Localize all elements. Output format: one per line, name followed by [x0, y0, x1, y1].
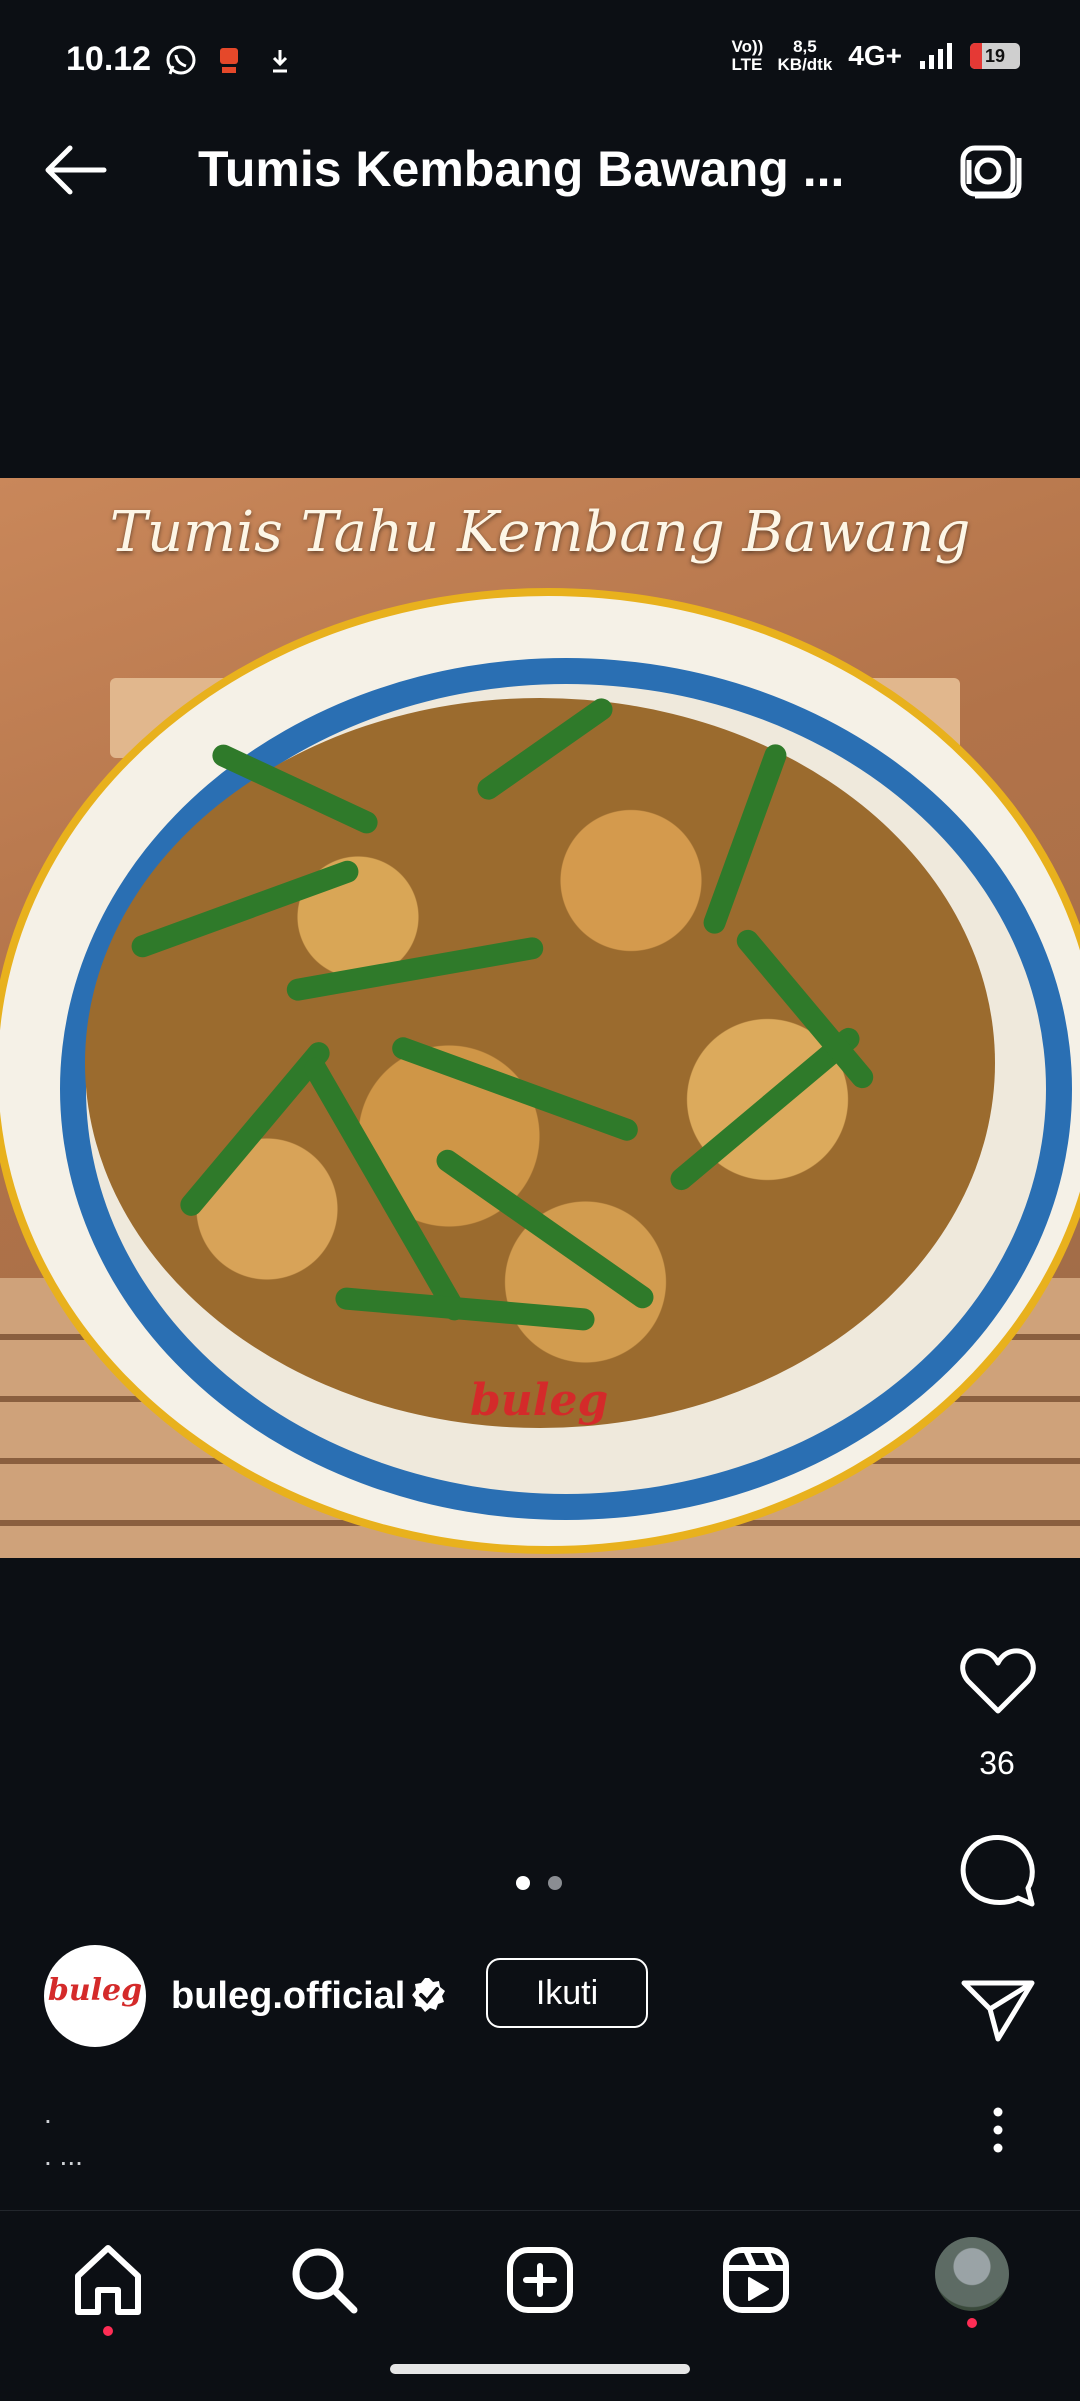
whatsapp-icon	[166, 45, 196, 75]
status-time: 10.12	[66, 40, 152, 78]
home-indicator[interactable]	[390, 2364, 690, 2374]
comment-button[interactable]	[958, 1830, 1038, 1910]
follow-button[interactable]: Ikuti	[486, 1958, 648, 2028]
download-icon	[272, 50, 288, 73]
profile-notification-dot	[967, 2318, 977, 2328]
carousel-dot-2	[548, 1876, 562, 1890]
nav-reels-button[interactable]	[716, 2240, 796, 2320]
status-indicators: Vo)) LTE 8,5 KB/dtk 4G+ 19	[732, 38, 1020, 74]
like-count[interactable]: 36	[940, 1745, 1054, 1782]
nav-create-button[interactable]	[500, 2240, 580, 2320]
network-speed-unit: KB/dtk	[777, 55, 833, 74]
camera-icon	[960, 145, 1022, 199]
comment-icon	[960, 1835, 1035, 1907]
page-title: Tumis Kembang Bawang ...	[198, 141, 845, 197]
nav-home-button[interactable]	[68, 2240, 148, 2320]
image-overlay-title: Tumis Tahu Kembang Bawang	[109, 500, 971, 565]
battery-indicator: 19	[970, 43, 1020, 69]
carousel-dot-1	[516, 1876, 530, 1890]
volte-indicator: Vo)) LTE	[731, 37, 764, 74]
carousel-indicator	[516, 1876, 562, 1890]
author-username[interactable]: buleg.official	[171, 1975, 405, 2018]
heart-icon	[960, 1648, 1036, 1714]
more-options-button[interactable]	[980, 2105, 1016, 2155]
plus-square-icon	[507, 2247, 573, 2313]
nav-search-button[interactable]	[284, 2240, 364, 2320]
nav-profile-avatar[interactable]	[935, 2237, 1009, 2311]
share-button[interactable]	[958, 1975, 1038, 2045]
network-speed: 8,5 KB/dtk	[778, 38, 833, 74]
camera-button[interactable]	[955, 140, 1025, 204]
post-image[interactable]: Tumis Tahu Kembang Bawang buleg	[0, 478, 1080, 1558]
back-button[interactable]	[40, 140, 120, 200]
like-button[interactable]	[958, 1645, 1038, 1717]
home-icon	[75, 2245, 141, 2315]
battery-level: 19	[984, 46, 1006, 66]
author-avatar-logo: buleg	[47, 1973, 143, 2008]
arrow-left-icon	[45, 145, 107, 195]
network-speed-value: 8,5	[793, 37, 817, 56]
more-vertical-icon	[993, 2107, 1003, 2153]
caption-line-2[interactable]: . ...	[44, 2140, 83, 2172]
shopeepay-icon	[220, 48, 238, 73]
image-watermark: buleg	[470, 1375, 609, 1426]
author-avatar[interactable]: buleg	[44, 1945, 146, 2047]
search-icon	[292, 2248, 358, 2314]
home-notification-dot	[103, 2326, 113, 2336]
signal-icon	[920, 43, 952, 69]
reels-icon	[723, 2247, 789, 2313]
verified-badge-icon	[412, 1978, 445, 2012]
caption-line-1[interactable]: .	[44, 2098, 52, 2130]
tofu-dish	[85, 694, 995, 1428]
send-icon	[961, 1980, 1035, 2042]
network-type: 4G+	[848, 40, 902, 71]
